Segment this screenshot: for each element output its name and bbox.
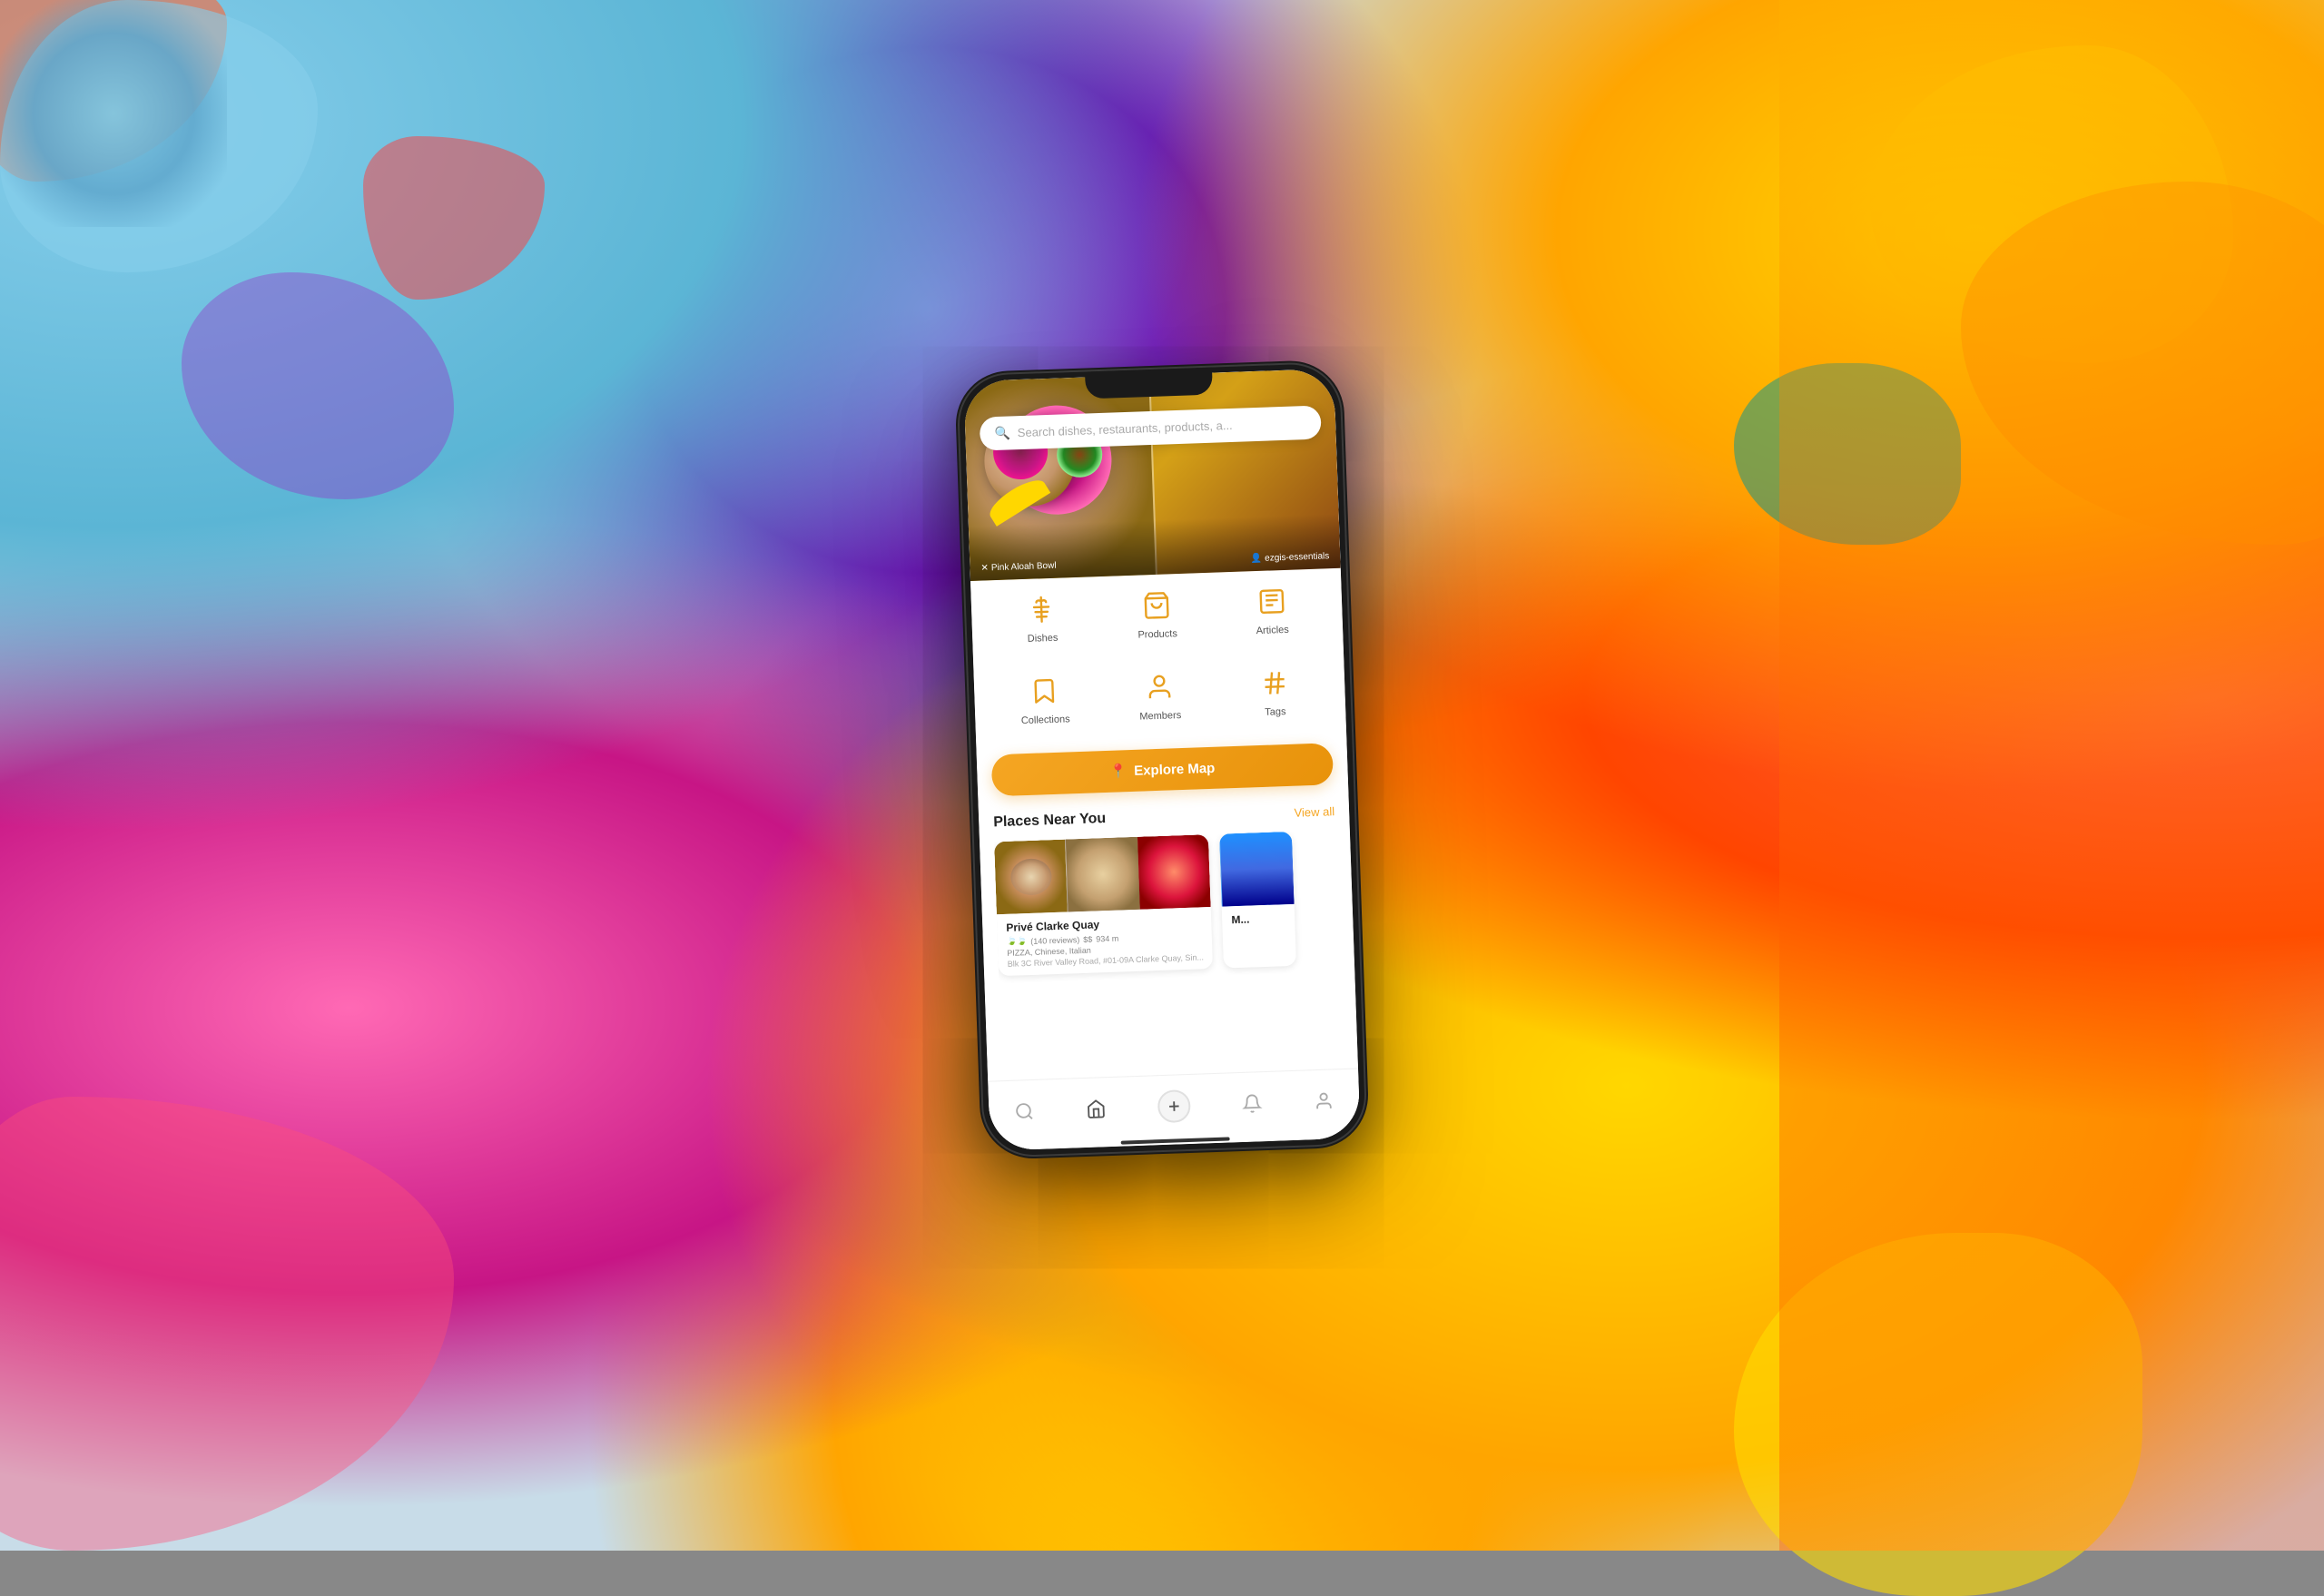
categories-grid: Dishes <box>985 568 1332 740</box>
app-container: 🔍 Search dishes, restaurants, products, … <box>963 369 1360 1151</box>
place-card-images <box>994 834 1211 914</box>
main-content: Dishes <box>970 550 1358 1081</box>
place-reviews: (140 reviews) <box>1030 935 1079 946</box>
category-products[interactable]: Products <box>1100 573 1215 655</box>
articles-label: Articles <box>1256 625 1289 636</box>
search-placeholder: Search dishes, restaurants, products, a.… <box>1018 419 1233 439</box>
places-scroll: Privé Clarke Quay 🍃🍃 (140 reviews) $$ 93… <box>994 830 1340 983</box>
place-img-food-2 <box>1065 837 1139 912</box>
dishes-icon <box>1023 591 1060 628</box>
food-visual-2 <box>1066 837 1139 912</box>
food-visual-3 <box>1137 834 1211 910</box>
place-img-flag <box>1219 832 1295 907</box>
category-dishes[interactable]: Dishes <box>985 576 1099 658</box>
nav-profile[interactable] <box>1302 1087 1344 1116</box>
hero-section: 🔍 Search dishes, restaurants, products, … <box>963 369 1340 581</box>
nav-home[interactable] <box>1075 1095 1118 1124</box>
collections-label: Collections <box>1021 714 1070 726</box>
place-card-2-info: M... <box>1222 904 1295 937</box>
category-articles[interactable]: Articles <box>1215 568 1329 650</box>
collections-icon <box>1026 673 1063 710</box>
members-label: Members <box>1139 710 1181 723</box>
place-card-2-images <box>1219 832 1295 907</box>
place-distance: 934 m <box>1096 933 1118 943</box>
articles-icon <box>1253 583 1290 620</box>
phone-wrapper: 🔍 Search dishes, restaurants, products, … <box>958 363 1366 1157</box>
products-icon <box>1137 586 1175 624</box>
places-title: Places Near You <box>993 811 1106 831</box>
bell-nav-icon <box>1242 1093 1263 1114</box>
phone-frame: 🔍 Search dishes, restaurants, products, … <box>958 363 1366 1157</box>
category-members[interactable]: Members <box>1103 655 1217 736</box>
explore-map-label: Explore Map <box>1134 760 1216 778</box>
place-info: Privé Clarke Quay 🍃🍃 (140 reviews) $$ 93… <box>997 907 1213 976</box>
place-card-2[interactable]: M... <box>1219 832 1296 969</box>
nav-notifications[interactable] <box>1231 1089 1274 1118</box>
category-tags[interactable]: Tags <box>1217 650 1332 732</box>
explore-map-button[interactable]: 📍 Explore Map <box>991 743 1334 796</box>
person-nav-icon <box>1313 1090 1334 1111</box>
scene: 🔍 Search dishes, restaurants, products, … <box>0 0 2324 1551</box>
nav-add[interactable] <box>1147 1086 1202 1128</box>
nav-search[interactable] <box>1003 1098 1046 1127</box>
phone-notch <box>1085 368 1213 399</box>
search-icon: 🔍 <box>994 425 1010 441</box>
home-nav-icon <box>1086 1098 1107 1119</box>
place-card-1[interactable]: Privé Clarke Quay 🍃🍃 (140 reviews) $$ 93… <box>994 834 1213 976</box>
hero-right-label: 👤 ezgis-essentials <box>1251 551 1330 564</box>
members-icon <box>1141 668 1178 705</box>
category-collections[interactable]: Collections <box>988 658 1102 740</box>
place-rating: 🍃🍃 <box>1007 936 1028 947</box>
food-circle <box>1009 858 1051 896</box>
dishes-label: Dishes <box>1028 633 1059 645</box>
place-card-2-name: M... <box>1231 911 1285 926</box>
flag-visual <box>1220 832 1295 907</box>
place-img-food-3 <box>1137 834 1211 910</box>
tags-label: Tags <box>1265 706 1286 718</box>
map-pin-icon: 📍 <box>1109 763 1127 780</box>
view-all-link[interactable]: View all <box>1294 804 1334 820</box>
phone-screen: 🔍 Search dishes, restaurants, products, … <box>963 369 1360 1151</box>
hero-left-label: ✕ Pink Aloah Bowl <box>980 561 1056 574</box>
plus-icon <box>1166 1098 1183 1115</box>
search-nav-icon <box>1014 1101 1035 1122</box>
products-label: Products <box>1137 628 1177 641</box>
place-price: $$ <box>1083 934 1092 943</box>
tags-icon <box>1256 665 1293 702</box>
add-btn[interactable] <box>1157 1089 1191 1123</box>
place-img-food-1 <box>994 840 1068 915</box>
places-section-header: Places Near You View all <box>993 803 1334 831</box>
